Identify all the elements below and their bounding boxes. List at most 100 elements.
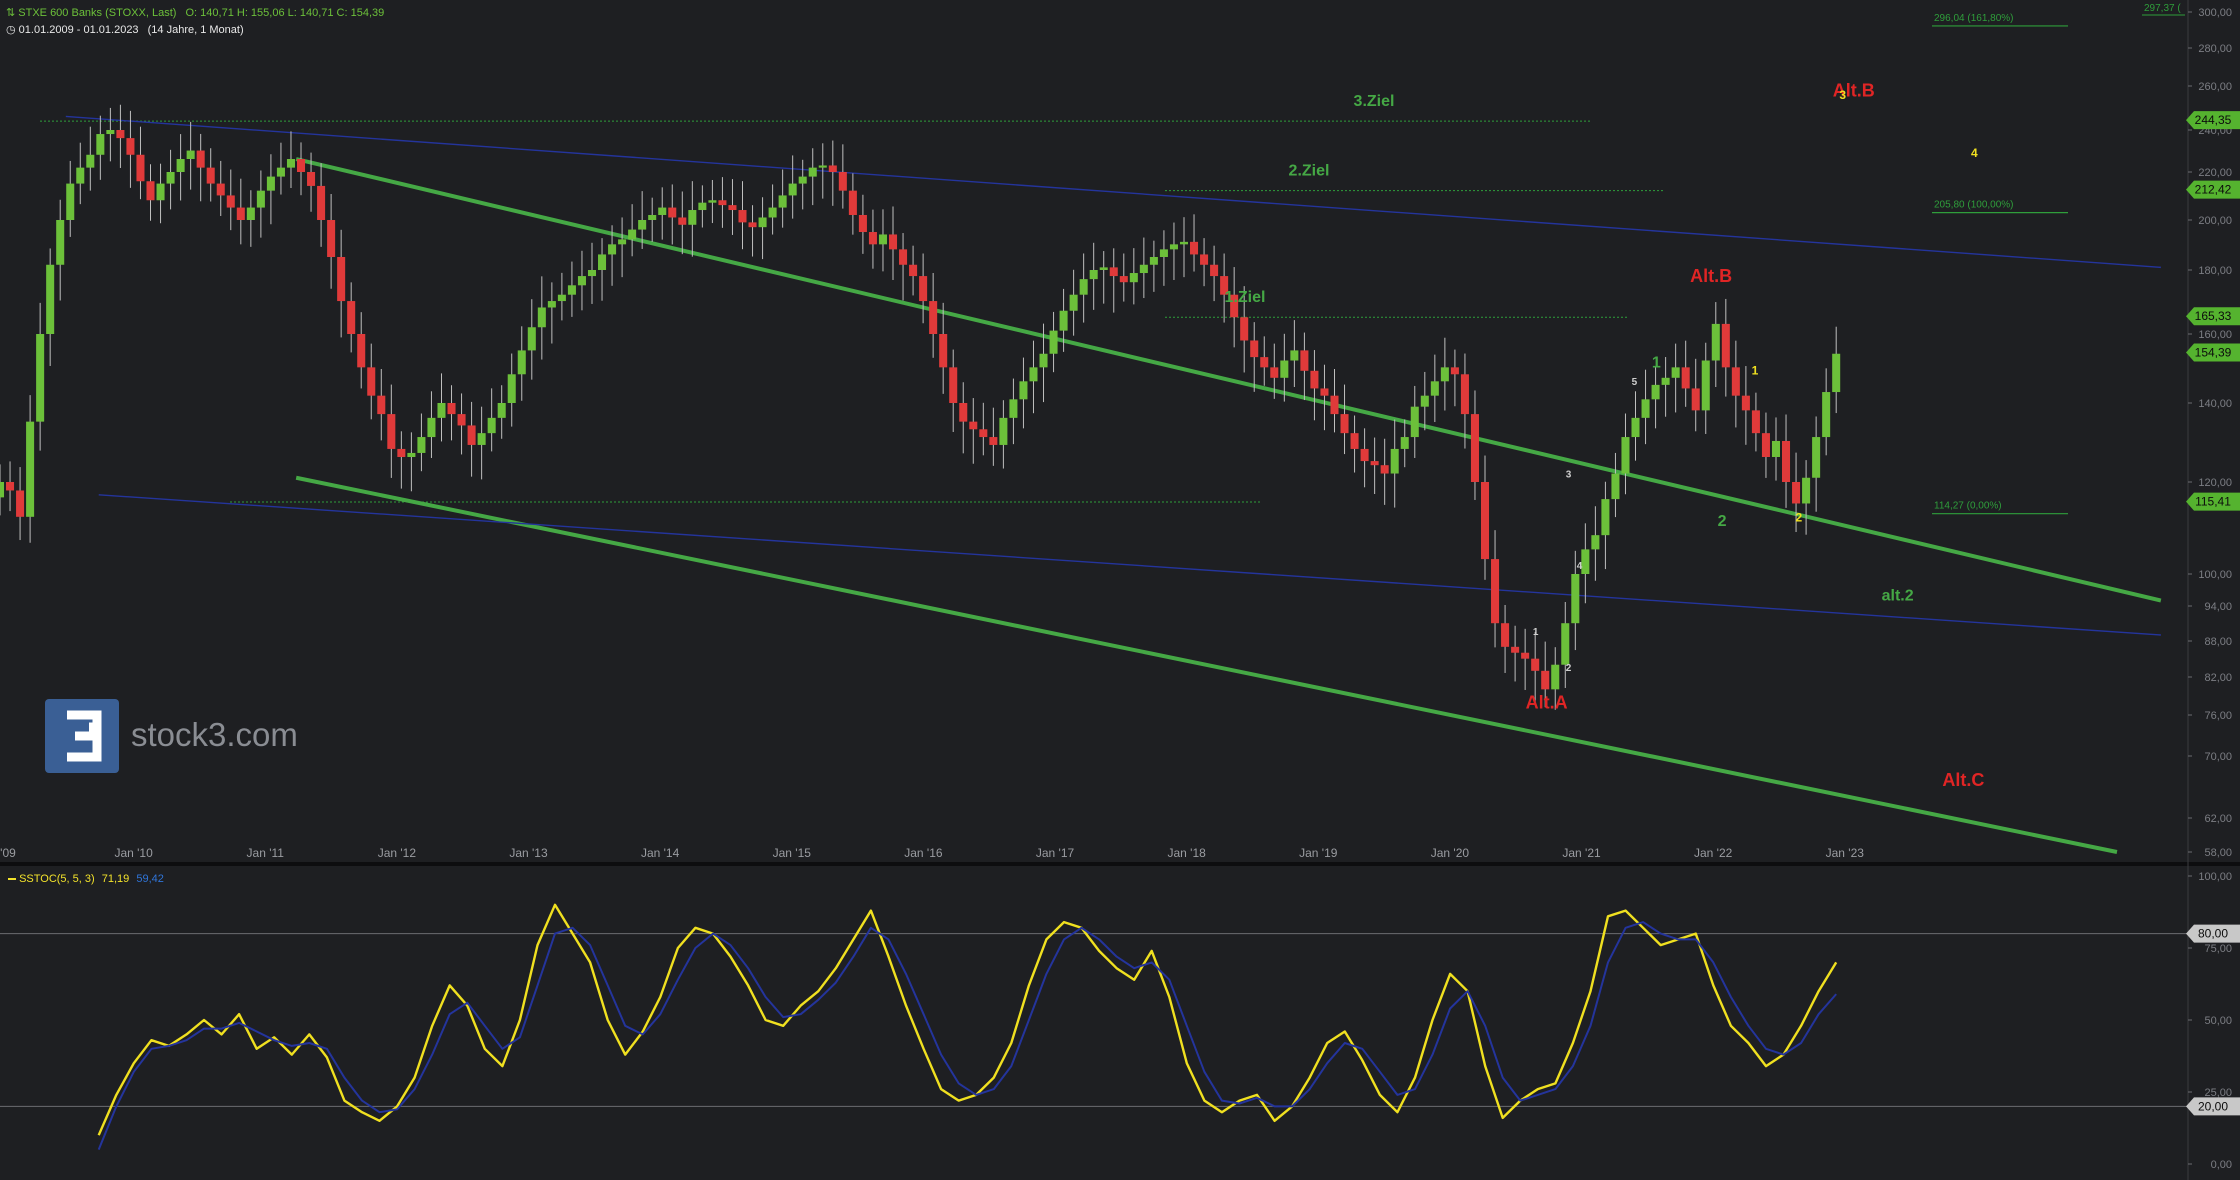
candle-body xyxy=(1480,482,1490,560)
target-label: 1.Ziel xyxy=(1225,289,1266,306)
target-label: 3.Ziel xyxy=(1354,93,1395,110)
candle-body xyxy=(1491,559,1500,624)
candle-body xyxy=(949,367,958,403)
candle-body xyxy=(1802,477,1811,504)
candle-body xyxy=(1370,461,1379,466)
candle-body xyxy=(226,195,235,208)
candle-body xyxy=(1069,294,1078,311)
candle-body xyxy=(1149,256,1158,265)
candle-body xyxy=(618,239,627,245)
indicator-header: SSTOC(5, 5, 3) 71,19 59,42 xyxy=(8,873,164,885)
candle-body xyxy=(1701,360,1710,411)
candle-body xyxy=(698,202,707,211)
wave-label: 3 xyxy=(1839,88,1846,102)
candle-body xyxy=(517,350,526,375)
x-tick-label: Jan '13 xyxy=(509,846,548,860)
x-tick-label: Jan '14 xyxy=(641,846,680,860)
candle-body xyxy=(728,205,737,211)
x-tick-label: Jan '19 xyxy=(1299,846,1338,860)
candle-body xyxy=(929,301,938,334)
wave-label: 1 xyxy=(1652,354,1661,371)
candle-body xyxy=(778,195,787,208)
candle-body xyxy=(768,207,777,218)
candle-body xyxy=(919,276,928,302)
candle-body xyxy=(1771,440,1781,457)
candle-body xyxy=(1420,395,1429,407)
candle-body xyxy=(708,200,717,203)
candle-body xyxy=(76,167,85,184)
y-tick-label: 70,00 xyxy=(2204,751,2232,763)
clock-icon: ◷ xyxy=(6,24,16,36)
candle-body xyxy=(507,374,516,403)
price-badge-label: 165,33 xyxy=(2195,309,2232,323)
candle-body xyxy=(1591,535,1600,550)
x-tick-label: Jan '15 xyxy=(773,846,812,860)
candle-body xyxy=(1210,264,1219,277)
price-badge-label: 212,42 xyxy=(2195,183,2232,197)
candle-body xyxy=(1541,670,1550,690)
x-tick-label: Jan '16 xyxy=(904,846,943,860)
candle-body xyxy=(878,234,887,245)
candle-body xyxy=(828,165,837,172)
pane-separator xyxy=(0,862,2240,866)
candle-body xyxy=(577,276,586,286)
candle-body xyxy=(598,254,607,270)
candle-body xyxy=(1501,623,1510,647)
candle-body xyxy=(1511,646,1520,653)
candle-body xyxy=(56,220,65,265)
candle-body xyxy=(387,414,396,449)
stock3-logo-icon xyxy=(67,710,102,762)
candle-body xyxy=(1681,367,1690,389)
candle-body xyxy=(989,437,998,445)
candle-body xyxy=(407,452,416,457)
y-tick-label: 280,00 xyxy=(2198,43,2232,55)
candle-body xyxy=(658,207,667,215)
y-tick-label: 180,00 xyxy=(2198,265,2232,277)
wave-label: 3 xyxy=(1566,470,1572,481)
candle-body xyxy=(1240,317,1249,341)
candle-body xyxy=(1751,410,1760,434)
candle-body xyxy=(788,183,797,196)
candle-body xyxy=(106,130,115,135)
candle-body xyxy=(1270,367,1279,378)
stoch-level-badge-label: 80,00 xyxy=(2198,927,2228,941)
candle-body xyxy=(1440,367,1449,382)
candle-body xyxy=(1601,499,1610,536)
watermark-text: stock3.com xyxy=(131,716,298,753)
candle-body xyxy=(1350,433,1359,449)
candle-body xyxy=(1761,433,1770,457)
candle-body xyxy=(357,334,366,368)
candle-body xyxy=(126,138,135,155)
candle-body xyxy=(1641,399,1650,418)
candle-body xyxy=(1079,279,1088,295)
candle-body xyxy=(808,167,817,177)
candle-body xyxy=(1691,388,1700,411)
candle-body xyxy=(628,229,637,240)
candle-body xyxy=(1310,370,1319,389)
candle-body xyxy=(688,210,697,225)
candle-body xyxy=(1089,270,1098,280)
candle-body xyxy=(196,150,205,168)
candle-body xyxy=(6,482,15,491)
x-tick-label: Jan '21 xyxy=(1562,846,1601,860)
candle-body xyxy=(1129,273,1138,283)
candle-body xyxy=(327,220,336,257)
candle-body xyxy=(457,414,466,426)
candle-body xyxy=(1300,350,1309,371)
candle-body xyxy=(1059,310,1068,331)
candle-body xyxy=(1782,440,1791,482)
indicator-d-value: 59,42 xyxy=(136,873,164,885)
candle-body xyxy=(868,232,877,245)
candle-body xyxy=(848,190,857,215)
candle-body xyxy=(999,417,1008,445)
candle-body xyxy=(397,448,406,457)
chart-header-line-2: ◷ 01.01.2009 - 01.01.2023 (14 Jahre, 1 M… xyxy=(6,23,244,36)
fib-level-label: 296,04 (161,80%) xyxy=(1934,13,2014,24)
candle-body xyxy=(899,249,908,265)
candle-body xyxy=(1812,437,1821,478)
candle-body xyxy=(969,421,978,430)
candle-body xyxy=(567,285,576,295)
candle-body xyxy=(1390,448,1399,474)
candle-body xyxy=(547,301,556,308)
indicator-label: SSTOC(5, 5, 3) xyxy=(19,873,95,885)
